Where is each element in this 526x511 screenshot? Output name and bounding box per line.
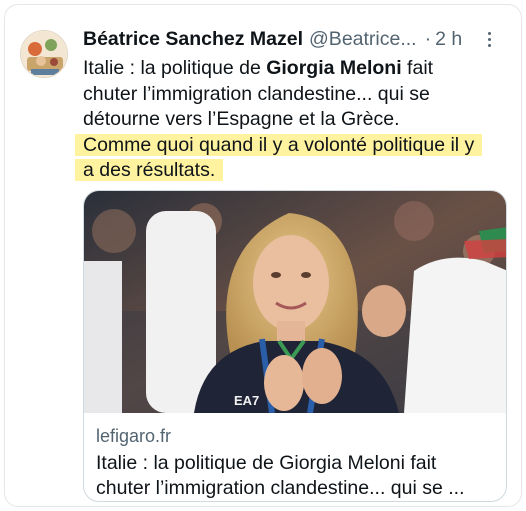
bold-name: Giorgia Meloni (266, 57, 402, 79)
card-title-line-1: Italie : la politique de Giorgia Meloni … (96, 452, 437, 474)
more-icon[interactable] (479, 28, 499, 50)
tweet-header: Béatrice Sanchez Mazel @Beatrice... · 2 … (83, 26, 503, 52)
tweet-text: Italie : la politique de Giorgia Meloni … (83, 56, 513, 184)
tweet-text-line-2: chuter l’immigration clandestine... qui … (83, 82, 430, 105)
card-image[interactable]: EA7 (84, 191, 506, 413)
card-domain[interactable]: lefigaro.fr (96, 426, 171, 447)
tweet-text-line-3: détourne vers l’Espagne et la Grèce. (83, 108, 400, 130)
tweet-text-line-5-highlighted: a des résultats. (83, 159, 216, 181)
display-name[interactable]: Béatrice Sanchez Mazel (83, 28, 303, 51)
card-title[interactable]: Italie : la politique de Giorgia Meloni … (96, 451, 496, 501)
photo-of-woman-applauding-icon: EA7 (84, 191, 506, 413)
separator-dot: · (424, 27, 432, 50)
tweet-text-line-1: Italie : la politique de Giorgia Meloni … (83, 57, 434, 79)
link-card[interactable]: EA7 lefigaro.fr Italie : la politique de… (83, 190, 507, 502)
card-title-line-2: chuter l’immigration clandestine... qui … (96, 477, 465, 499)
avatar-illustration-icon (21, 31, 67, 77)
tweet-text-line-4-highlighted: Comme quoi quand il y a volonté politiqu… (83, 133, 475, 156)
avatar[interactable] (20, 30, 68, 78)
timestamp[interactable]: 2 h (435, 28, 462, 51)
shirt-logo-text: EA7 (234, 393, 259, 408)
user-handle[interactable]: @Beatrice... (309, 28, 417, 51)
